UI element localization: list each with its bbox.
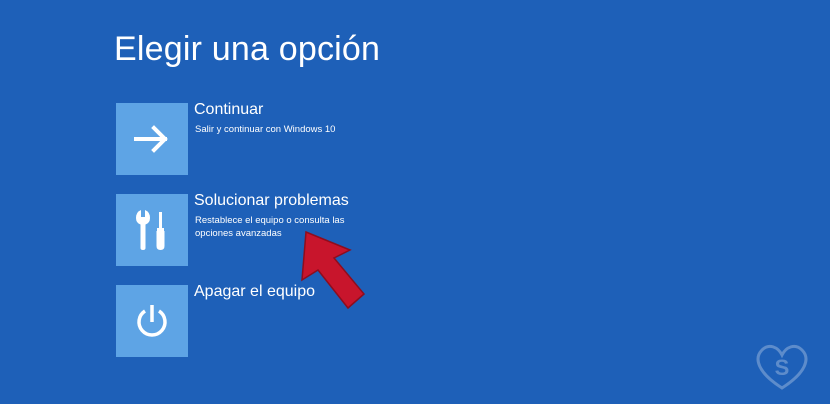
option-label: Solucionar problemas — [194, 192, 349, 209]
svg-text:S: S — [775, 355, 790, 380]
option-description: Salir y continuar con Windows 10 — [195, 124, 336, 135]
shutdown-tile[interactable] — [116, 285, 188, 357]
recovery-screen: Elegir una opción Continuar Salir y cont… — [0, 0, 830, 404]
option-label: Continuar — [194, 101, 264, 118]
option-label: Apagar el equipo — [194, 283, 315, 300]
tools-icon — [136, 210, 165, 250]
power-icon — [137, 305, 167, 337]
logo-watermark: S — [756, 344, 808, 390]
troubleshoot-tile[interactable] — [116, 194, 188, 266]
option-continue[interactable]: Continuar Salir y continuar con Windows … — [116, 101, 536, 177]
arrow-right-icon — [134, 125, 168, 153]
red-arrow-annotation — [301, 230, 366, 310]
continue-tile[interactable] — [116, 103, 188, 175]
page-title: Elegir una opción — [114, 30, 381, 68]
